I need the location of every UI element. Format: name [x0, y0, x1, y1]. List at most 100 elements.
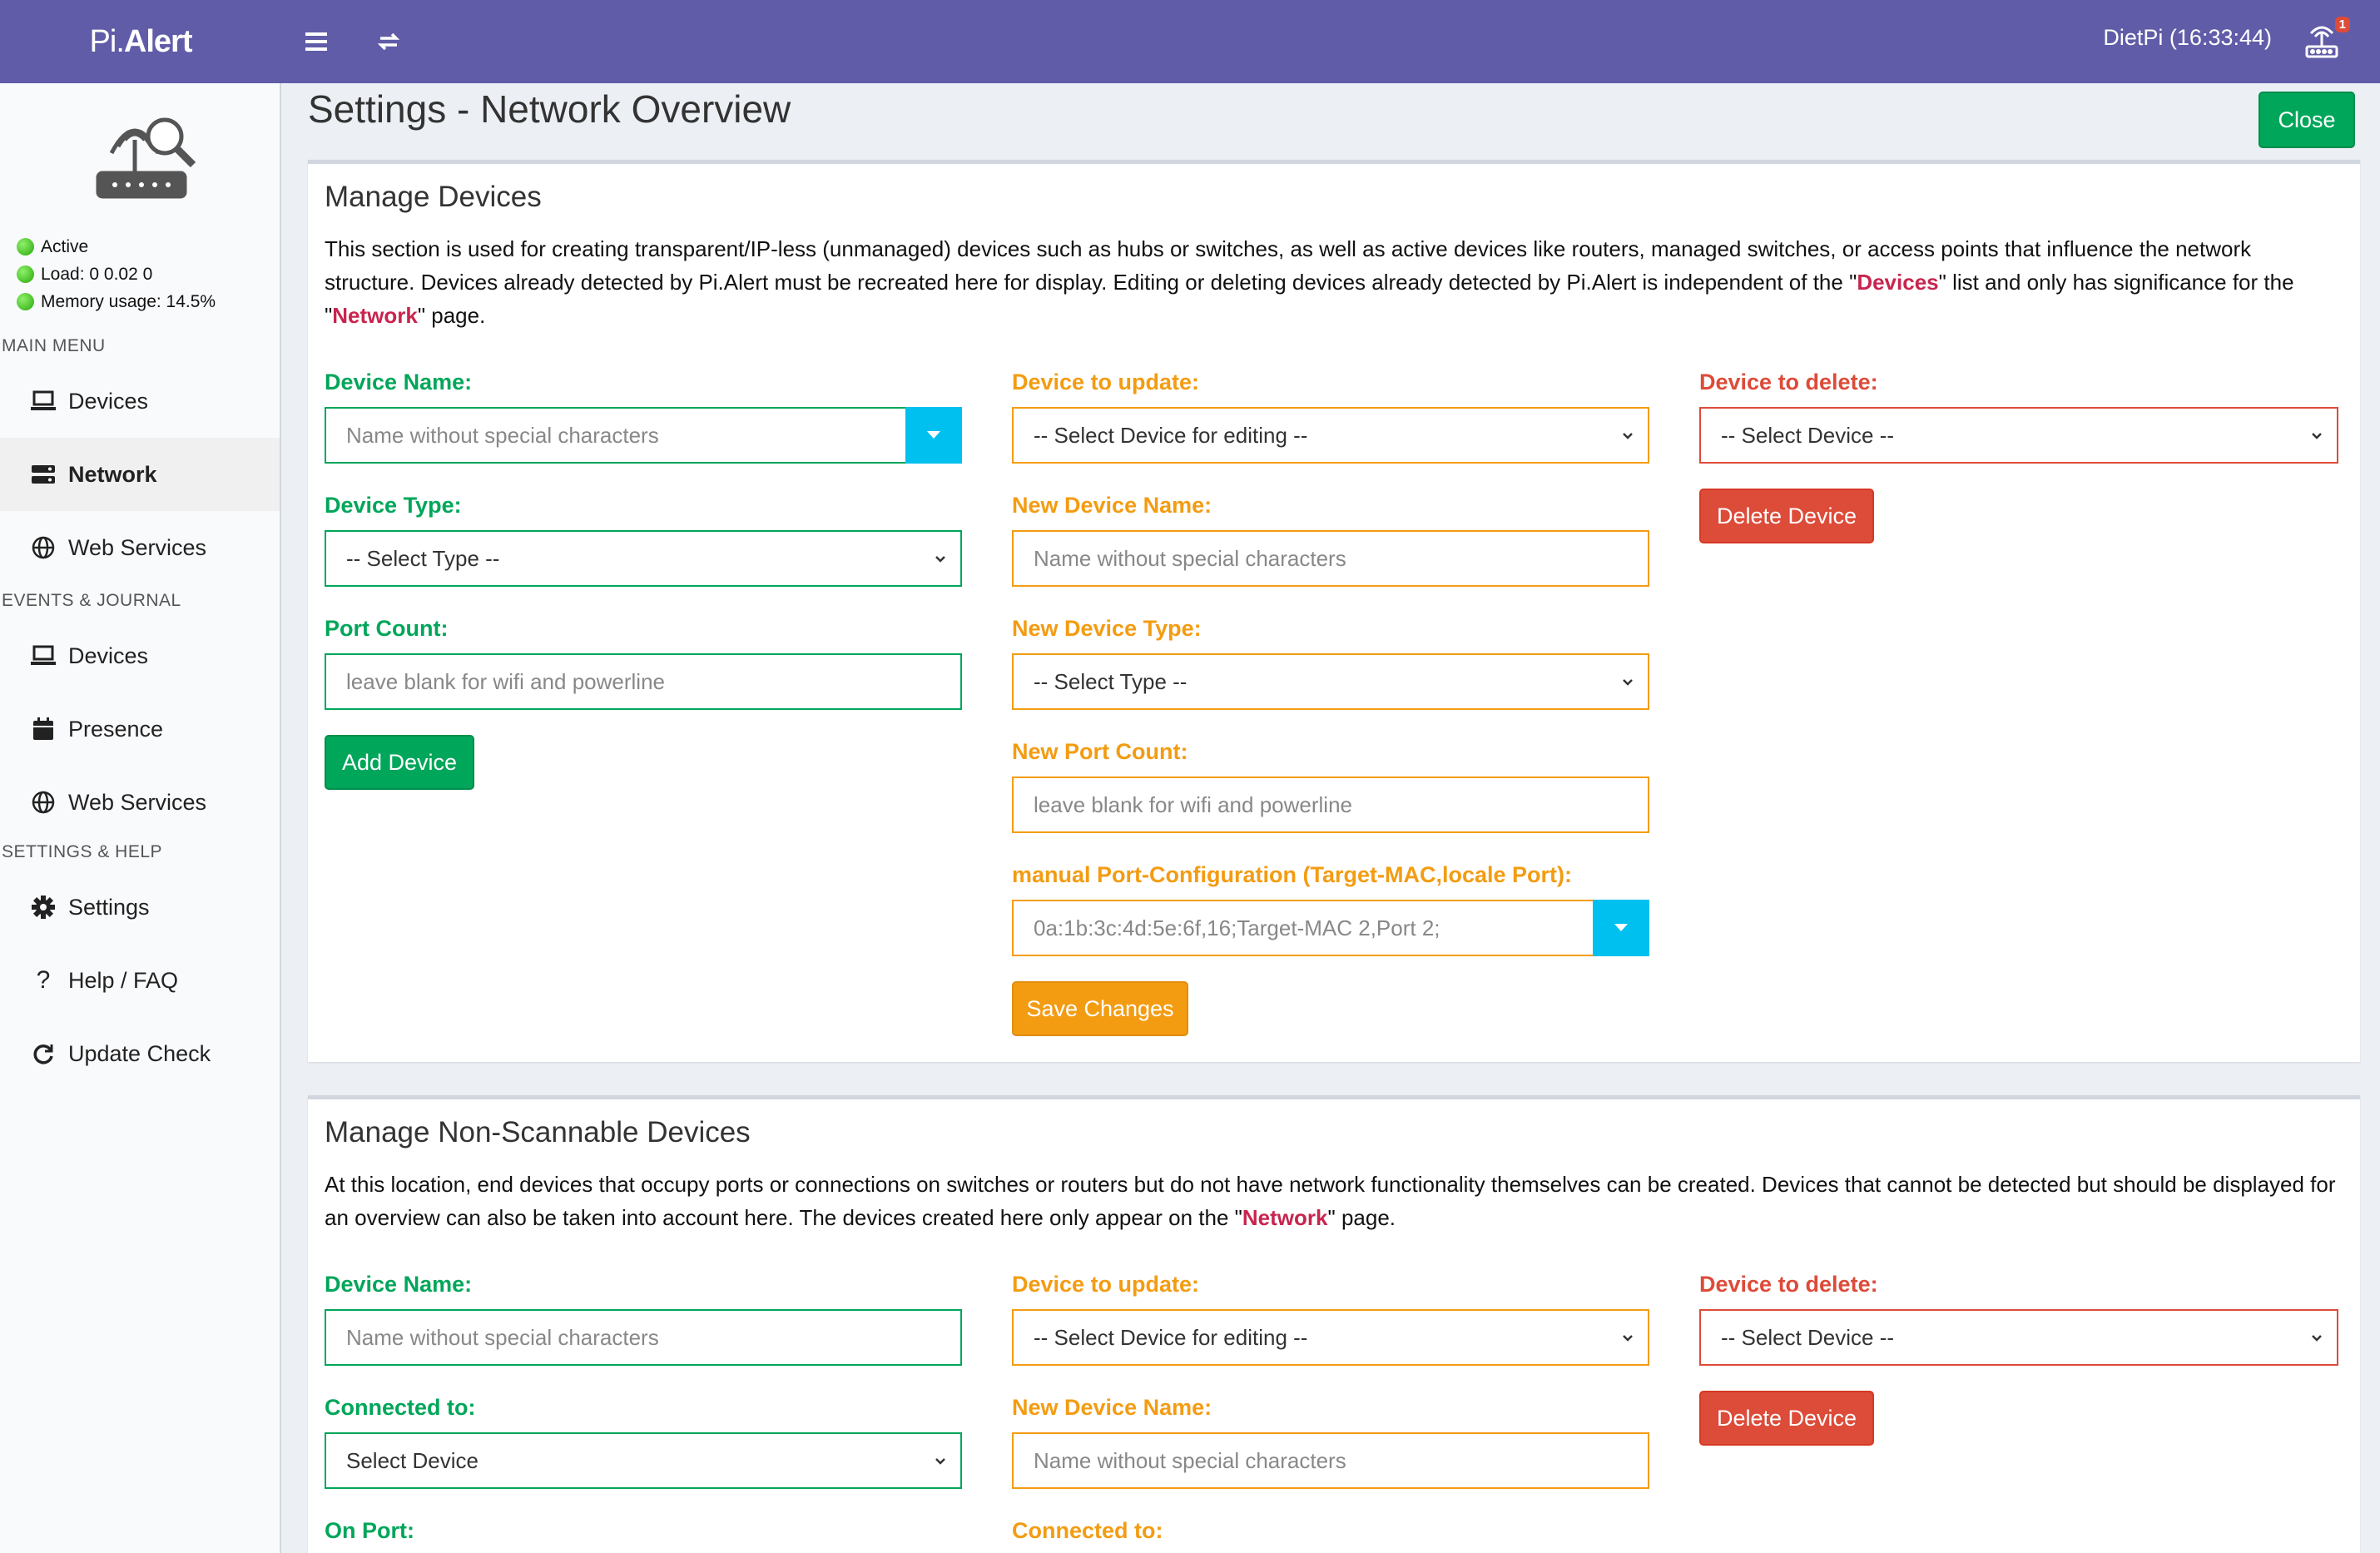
box-description: This section is used for creating transp… — [325, 232, 2338, 332]
app-logo[interactable]: Pi. Alert — [0, 0, 281, 83]
placeholder: 0a:1b:3c:4d:5e:6f,16;Target-MAC 2,Port 2… — [1034, 915, 1440, 940]
new-port-count-input[interactable]: leave blank for wifi and powerline — [1012, 776, 1649, 833]
chevron-down-icon — [1623, 1335, 1633, 1342]
sidebar-item-events-devices[interactable]: Devices — [0, 619, 280, 692]
new-port-count-label: New Port Count: — [1012, 739, 1188, 764]
device-to-delete-label: Device to delete: — [1699, 1272, 1878, 1297]
status-ok-icon — [17, 238, 34, 256]
events-journal-header: EVENTS & JOURNAL — [2, 591, 181, 610]
sidebar-item-label: Web Services — [68, 534, 207, 560]
manage-non-scannable-box: Manage Non-Scannable Devices At this loc… — [308, 1095, 2360, 1553]
chevron-down-icon — [935, 556, 945, 563]
connected-to-select[interactable]: Select Device — [325, 1432, 962, 1489]
placeholder: Name without special characters — [1034, 545, 1346, 571]
device-type-label: Device Type: — [325, 493, 462, 518]
delete-device-button[interactable]: Delete Device — [1699, 1391, 1874, 1446]
close-button[interactable]: Close — [2259, 92, 2355, 148]
sidebar-item-label: Network — [68, 461, 157, 487]
sidebar-item-label: Devices — [68, 388, 149, 414]
select-value: -- Select Type -- — [1034, 668, 1188, 694]
add-device-button[interactable]: Add Device — [325, 735, 474, 790]
gear-icon — [30, 894, 57, 920]
device-to-delete-select[interactable]: -- Select Device -- — [1699, 407, 2338, 464]
placeholder: Name without special characters — [346, 1324, 659, 1350]
device-name-input[interactable]: Name without special characters — [325, 1309, 962, 1366]
new-device-name-input[interactable]: Name without special characters — [1012, 530, 1649, 587]
new-device-name-input[interactable]: Name without special characters — [1012, 1432, 1649, 1489]
sidebar-item-help-faq[interactable]: ? Help / FAQ — [0, 944, 280, 1017]
device-name-label: Device Name: — [325, 370, 473, 394]
desc-network-link: Network — [332, 303, 418, 328]
chevron-down-icon — [1623, 433, 1633, 439]
sidebar-item-settings[interactable]: Settings — [0, 871, 280, 944]
select-value: -- Select Device -- — [1721, 1324, 1895, 1350]
status-active: Active — [41, 237, 89, 256]
new-device-type-label: New Device Type: — [1012, 616, 1202, 641]
select-value: -- Select Type -- — [346, 545, 500, 571]
device-to-update-select[interactable]: -- Select Device for editing -- — [1012, 407, 1649, 464]
logo-prefix: Pi. — [89, 23, 125, 59]
sidebar-item-devices[interactable]: Devices — [0, 365, 280, 438]
sidebar: Active Load: 0 0.02 0 Memory usage: 14.5… — [0, 83, 281, 1553]
device-type-select[interactable]: -- Select Type -- — [325, 530, 962, 587]
connected-to-update-label: Connected to: — [1012, 1518, 1163, 1543]
globe-icon — [30, 789, 57, 816]
save-changes-button[interactable]: Save Changes — [1012, 981, 1188, 1036]
sidebar-item-presence[interactable]: Presence — [0, 692, 280, 766]
new-device-name-label: New Device Name: — [1012, 493, 1212, 518]
device-name-dropdown-button[interactable] — [905, 407, 962, 464]
pialert-router-logo-icon — [92, 107, 200, 206]
port-count-input[interactable]: leave blank for wifi and powerline — [325, 653, 962, 710]
settings-help-header: SETTINGS & HELP — [2, 842, 163, 861]
sidebar-item-label: Settings — [68, 894, 150, 920]
port-config-dropdown-button[interactable] — [1593, 900, 1649, 956]
delete-device-button[interactable]: Delete Device — [1699, 489, 1874, 543]
sidebar-item-web-services[interactable]: Web Services — [0, 511, 280, 584]
hamburger-menu-icon[interactable] — [296, 21, 338, 62]
sidebar-item-label: Help / FAQ — [68, 967, 179, 993]
chevron-down-icon — [1623, 679, 1633, 686]
desc-network-link: Network — [1242, 1205, 1328, 1230]
question-icon: ? — [36, 966, 51, 994]
sidebar-item-label: Update Check — [68, 1040, 211, 1066]
laptop-icon — [30, 643, 57, 669]
select-value: -- Select Device -- — [1721, 422, 1895, 448]
chevron-down-icon — [2312, 1335, 2322, 1342]
placeholder: leave blank for wifi and powerline — [346, 668, 665, 694]
manage-devices-box: Manage Devices This section is used for … — [308, 160, 2360, 1062]
globe-icon — [30, 534, 57, 561]
device-name-label: Device Name: — [325, 1272, 473, 1297]
on-port-label: On Port: — [325, 1518, 414, 1543]
box-description: At this location, end devices that occup… — [325, 1168, 2338, 1234]
status-ok-icon — [17, 265, 34, 283]
chevron-down-icon — [2312, 433, 2322, 439]
notification-badge: 1 — [2334, 17, 2350, 32]
main-menu-header: MAIN MENU — [2, 336, 106, 355]
select-value: Select Device — [346, 1447, 478, 1473]
box-title: Manage Non-Scannable Devices — [325, 1116, 751, 1149]
host-clock: DietPi (16:33:44) — [2103, 25, 2272, 50]
connected-to-label: Connected to: — [325, 1395, 476, 1420]
device-name-input[interactable]: Name without special characters — [325, 407, 962, 464]
laptop-icon — [30, 388, 57, 414]
device-to-update-label: Device to update: — [1012, 370, 1200, 394]
desc-text: " page. — [1327, 1205, 1396, 1230]
sidebar-item-update-check[interactable]: Update Check — [0, 1017, 280, 1090]
status-ok-icon — [17, 293, 34, 310]
select-value: -- Select Device for editing -- — [1034, 1324, 1308, 1350]
sidebar-item-label: Web Services — [68, 789, 207, 815]
manual-port-config-input[interactable]: 0a:1b:3c:4d:5e:6f,16;Target-MAC 2,Port 2… — [1012, 900, 1649, 956]
calendar-icon — [30, 716, 57, 742]
device-to-update-select[interactable]: -- Select Device for editing -- — [1012, 1309, 1649, 1366]
chevron-down-icon — [935, 1458, 945, 1465]
sidebar-item-label: Devices — [68, 643, 149, 668]
device-to-delete-label: Device to delete: — [1699, 370, 1878, 394]
placeholder: leave blank for wifi and powerline — [1034, 791, 1352, 817]
device-to-delete-select[interactable]: -- Select Device -- — [1699, 1309, 2338, 1366]
status-memory: Memory usage: 14.5% — [41, 292, 216, 311]
notification-router-icon[interactable]: 1 — [2300, 17, 2350, 65]
sidebar-item-events-web-services[interactable]: Web Services — [0, 766, 280, 839]
reload-icon[interactable] — [368, 21, 409, 62]
new-device-type-select[interactable]: -- Select Type -- — [1012, 653, 1649, 710]
sidebar-item-network[interactable]: Network — [0, 438, 280, 511]
